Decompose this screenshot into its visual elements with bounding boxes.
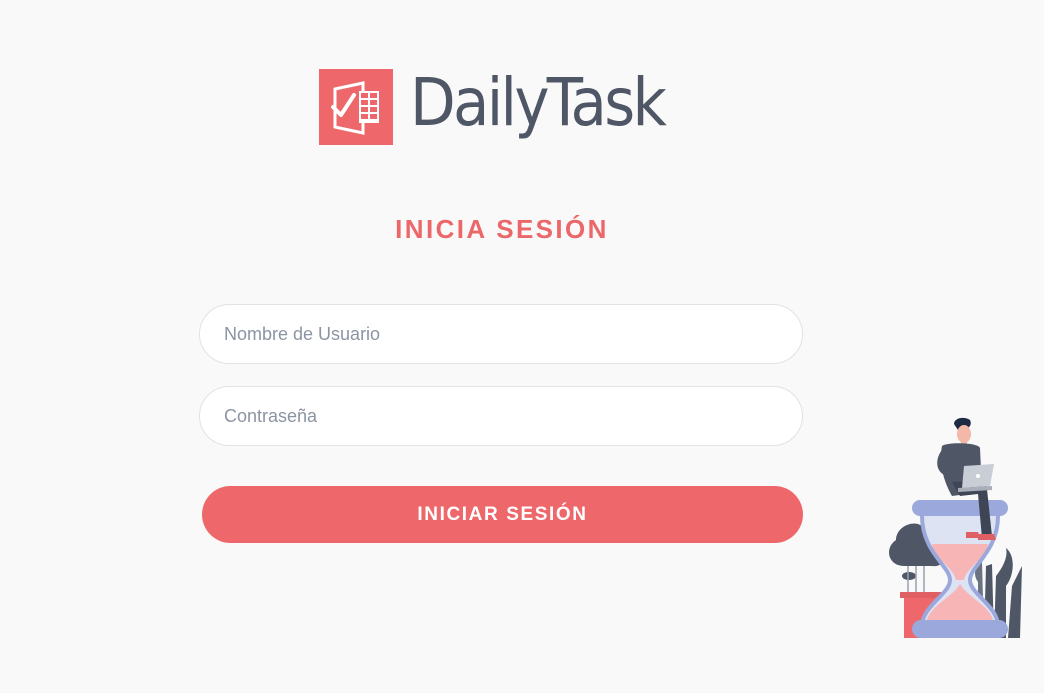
page-title: INICIA SESIÓN xyxy=(395,214,609,244)
brand-logo: DailyTask xyxy=(319,64,692,152)
brand-name: DailyTask xyxy=(410,64,667,141)
password-input[interactable] xyxy=(199,386,803,446)
hourglass-icon xyxy=(912,500,1008,638)
username-input[interactable] xyxy=(199,304,803,364)
login-button[interactable]: INICIAR SESIÓN xyxy=(202,486,803,543)
task-sheet-logo-icon xyxy=(319,69,393,145)
person-on-hourglass-illustration xyxy=(889,417,1022,638)
